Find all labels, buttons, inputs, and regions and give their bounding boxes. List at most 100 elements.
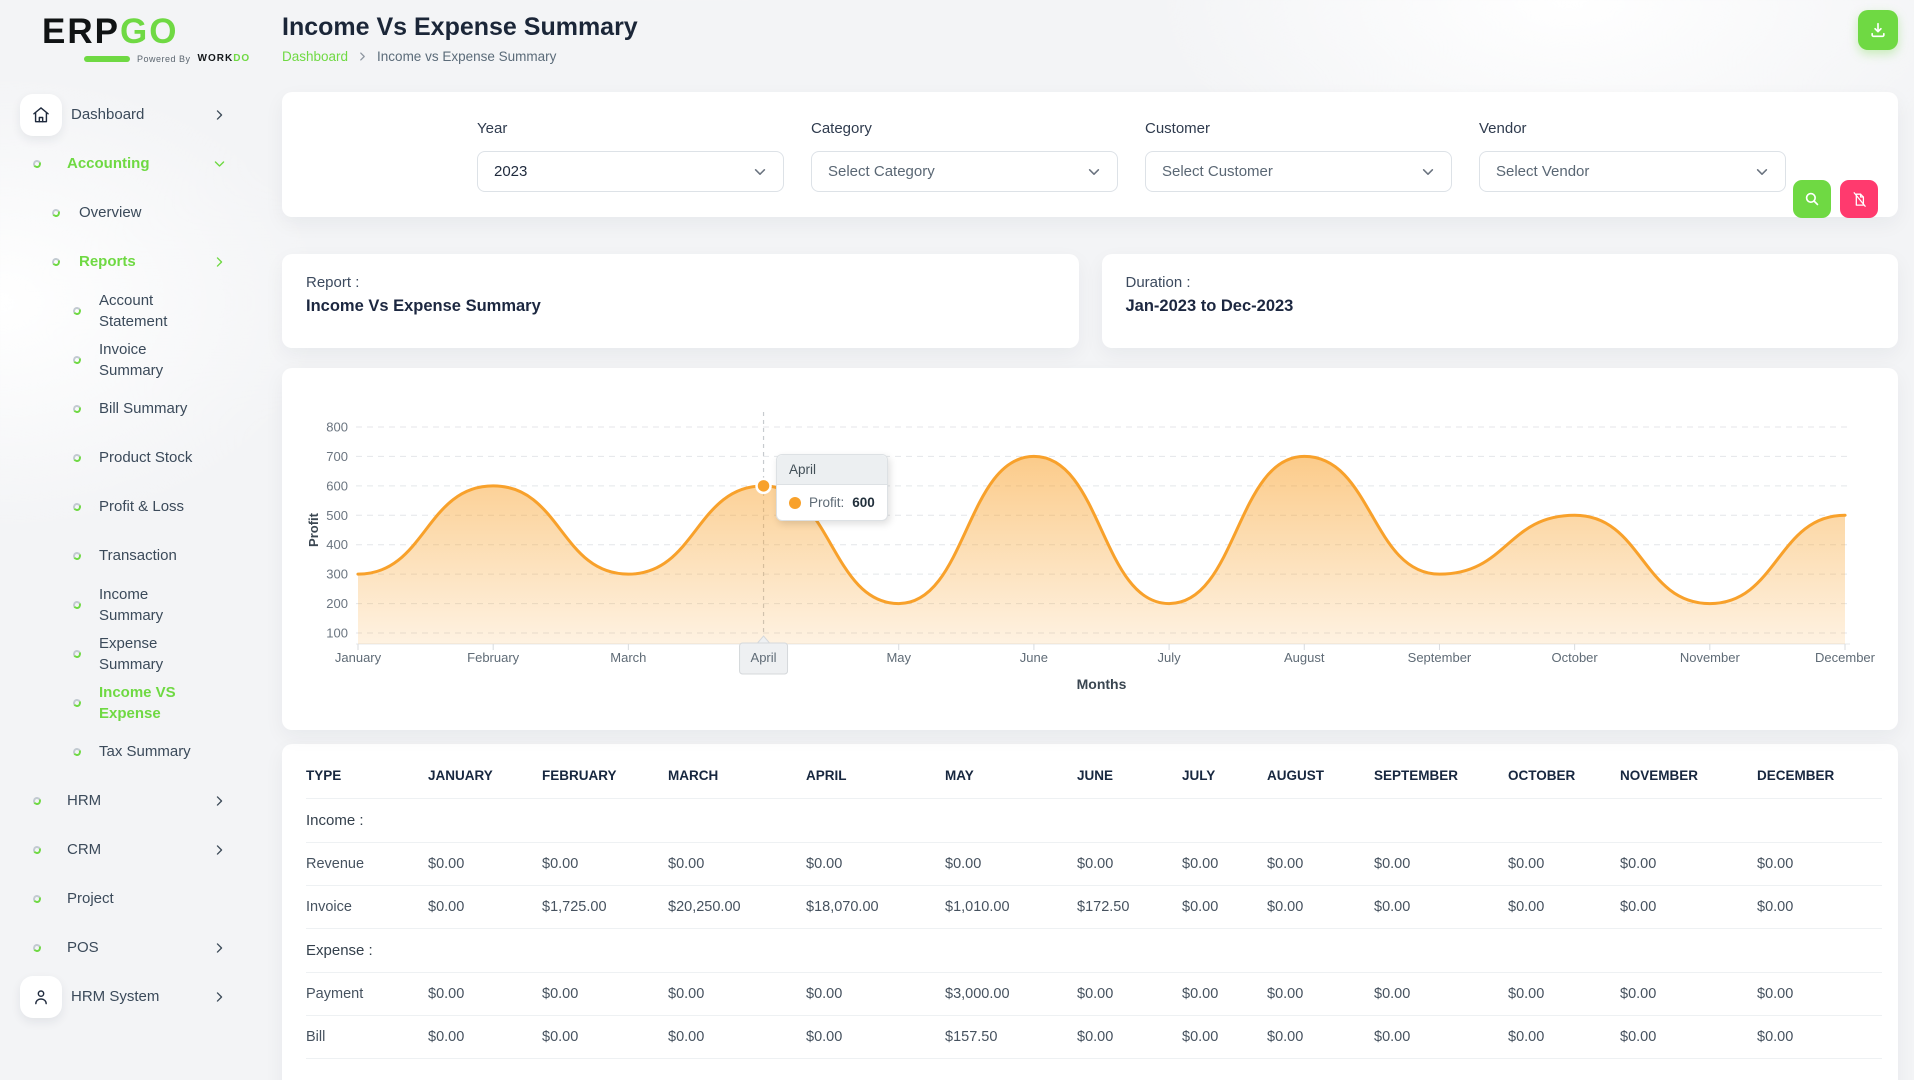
bullet-icon bbox=[51, 256, 61, 267]
year-select[interactable]: 2023 bbox=[477, 151, 784, 192]
table-row-revenue: Revenue $0.00 $0.00 $0.00 $0.00 $0.00 $0.00 $0.… bbox=[306, 842, 1882, 886]
filter-row: Year 2023 Category Select Category Custo… bbox=[282, 92, 1898, 218]
app-logo[interactable]: ERPGO Powered By WORKDO bbox=[0, 12, 262, 65]
cell-value: $0.00 bbox=[1182, 842, 1267, 886]
cell-value: $0.00 bbox=[1757, 842, 1882, 886]
cell-value: $0.00 bbox=[1508, 1015, 1620, 1059]
sidebar-item-label: Reports bbox=[79, 253, 136, 270]
x-tick-label: November bbox=[1680, 650, 1741, 665]
customer-select[interactable]: Select Customer bbox=[1145, 151, 1452, 192]
sidebar-item-income-summary[interactable]: Income Summary bbox=[0, 580, 262, 629]
cell-value: $172.50 bbox=[1077, 885, 1182, 929]
column-header: NOVEMBER bbox=[1620, 744, 1757, 799]
sidebar-item-income-vs-expense[interactable]: Income VS Expense bbox=[0, 678, 262, 727]
profit-area-chart[interactable]: 100 200 300 400 500 600 700 800 January February M… bbox=[302, 382, 1878, 716]
cell-value: $0.00 bbox=[668, 972, 806, 1016]
bullet-icon bbox=[32, 158, 42, 169]
sidebar-item-label: POS bbox=[67, 939, 99, 956]
reset-filter-button[interactable] bbox=[1840, 180, 1878, 218]
column-header: DECEMBER bbox=[1757, 744, 1882, 799]
bullet-icon bbox=[72, 599, 82, 610]
tooltip-title: April bbox=[777, 455, 887, 485]
cell-value: $0.00 bbox=[542, 842, 668, 886]
table-body: Income : Revenue $0.00 $0.00 $0.00 $0.00 $0.00… bbox=[306, 798, 1882, 1059]
sidebar-item-overview[interactable]: Overview bbox=[0, 188, 262, 237]
y-tick-label: 300 bbox=[326, 567, 348, 582]
column-header: APRIL bbox=[806, 744, 945, 799]
sidebar-item-accounting[interactable]: Accounting bbox=[0, 139, 262, 188]
vendor-label: Vendor bbox=[1479, 120, 1527, 137]
sidebar-item-hrm[interactable]: HRM bbox=[0, 776, 262, 825]
cell-value: $0.00 bbox=[1620, 842, 1757, 886]
vendor-select-value: Select Vendor bbox=[1496, 163, 1590, 180]
income-expense-table: TYPE JANUARY FEBRUARY MARCH APRIL MAY JUNE JULY… bbox=[306, 744, 1882, 1059]
powered-by-text: Powered By bbox=[137, 53, 191, 64]
sidebar-item-project[interactable]: Project bbox=[0, 874, 262, 923]
y-tick-label: 200 bbox=[326, 596, 348, 611]
cell-value: $0.00 bbox=[1757, 972, 1882, 1016]
sidebar-item-transaction[interactable]: Transaction bbox=[0, 531, 262, 580]
chevron-right-icon bbox=[213, 990, 226, 1003]
bullet-icon bbox=[32, 844, 42, 855]
content: Year 2023 Category Select Category Custo… bbox=[262, 92, 1914, 1080]
x-tick-label: July bbox=[1158, 650, 1182, 665]
bullet-icon bbox=[72, 452, 82, 463]
sidebar-item-pos[interactable]: POS bbox=[0, 923, 262, 972]
cell-value: $0.00 bbox=[1267, 885, 1374, 929]
sidebar: ERPGO Powered By WORKDO Dashboard Account… bbox=[0, 0, 262, 1080]
cell-value: $3,000.00 bbox=[945, 972, 1077, 1016]
column-header: TYPE bbox=[306, 744, 428, 799]
cell-value: $0.00 bbox=[806, 1015, 945, 1059]
sidebar-item-label: Accounting bbox=[67, 155, 150, 172]
column-header: MAY bbox=[945, 744, 1077, 799]
sidebar-item-profit-loss[interactable]: Profit & Loss bbox=[0, 482, 262, 531]
category-filter: Category Select Category bbox=[811, 120, 1118, 192]
table-row-invoice: Invoice $0.00 $1,725.00 $20,250.00 $18,070.0… bbox=[306, 885, 1882, 929]
bullet-icon bbox=[72, 305, 82, 316]
sidebar-item-dashboard[interactable]: Dashboard bbox=[0, 90, 262, 139]
sidebar-item-product-stock[interactable]: Product Stock bbox=[0, 433, 262, 482]
column-header: OCTOBER bbox=[1508, 744, 1620, 799]
vendor-select[interactable]: Select Vendor bbox=[1479, 151, 1786, 192]
x-tick-label: December bbox=[1815, 650, 1876, 665]
category-select[interactable]: Select Category bbox=[811, 151, 1118, 192]
sidebar-item-crm[interactable]: CRM bbox=[0, 825, 262, 874]
cell-value: $0.00 bbox=[1757, 885, 1882, 929]
download-button[interactable] bbox=[1858, 10, 1898, 50]
tooltip-body: Profit: 600 bbox=[777, 485, 887, 520]
sidebar-item-reports[interactable]: Reports bbox=[0, 237, 262, 286]
sidebar-item-invoice-summary[interactable]: Invoice Summary bbox=[0, 335, 262, 384]
cell-value: $0.00 bbox=[1182, 1015, 1267, 1059]
y-tick-label: 700 bbox=[326, 449, 348, 464]
table-header-row: TYPE JANUARY FEBRUARY MARCH APRIL MAY JUNE JULY… bbox=[306, 744, 1882, 799]
cell-value: $0.00 bbox=[1508, 842, 1620, 886]
filter-buttons bbox=[1793, 180, 1878, 218]
sidebar-item-tax-summary[interactable]: Tax Summary bbox=[0, 727, 262, 776]
sidebar-item-bill-summary[interactable]: Bill Summary bbox=[0, 384, 262, 433]
cell-value: $0.00 bbox=[428, 885, 542, 929]
sidebar-item-expense-summary[interactable]: Expense Summary bbox=[0, 629, 262, 678]
logo-erp: ERP bbox=[42, 12, 120, 51]
sidebar-item-label: Invoice Summary bbox=[99, 340, 164, 379]
bullet-icon bbox=[32, 795, 42, 806]
duration-card: Duration : Jan-2023 to Dec-2023 bbox=[1101, 254, 1898, 348]
sidebar-item-account-statement[interactable]: Account Statement bbox=[0, 286, 262, 335]
breadcrumb: Dashboard Income vs Expense Summary bbox=[282, 49, 1898, 64]
sidebar-item-hrm-system[interactable]: HRM System bbox=[0, 972, 262, 1021]
logo-underline bbox=[84, 55, 130, 62]
chevron-down-icon bbox=[1421, 165, 1435, 179]
sidebar-item-label: Tax Summary bbox=[99, 743, 191, 760]
x-tick-label: March bbox=[610, 650, 646, 665]
section-label: Expense : bbox=[306, 928, 1882, 973]
breadcrumb-dashboard-link[interactable]: Dashboard bbox=[282, 49, 348, 64]
row-type: Payment bbox=[306, 972, 428, 1016]
cell-value: $0.00 bbox=[1077, 842, 1182, 886]
cell-value: $0.00 bbox=[1620, 1015, 1757, 1059]
main-area: Income Vs Expense Summary Dashboard Inco… bbox=[262, 0, 1914, 1080]
column-header: MARCH bbox=[668, 744, 806, 799]
cell-value: $0.00 bbox=[945, 842, 1077, 886]
cell-value: $0.00 bbox=[1267, 842, 1374, 886]
search-button[interactable] bbox=[1793, 180, 1831, 218]
bullet-icon bbox=[72, 648, 82, 659]
bullet-icon bbox=[72, 354, 82, 365]
